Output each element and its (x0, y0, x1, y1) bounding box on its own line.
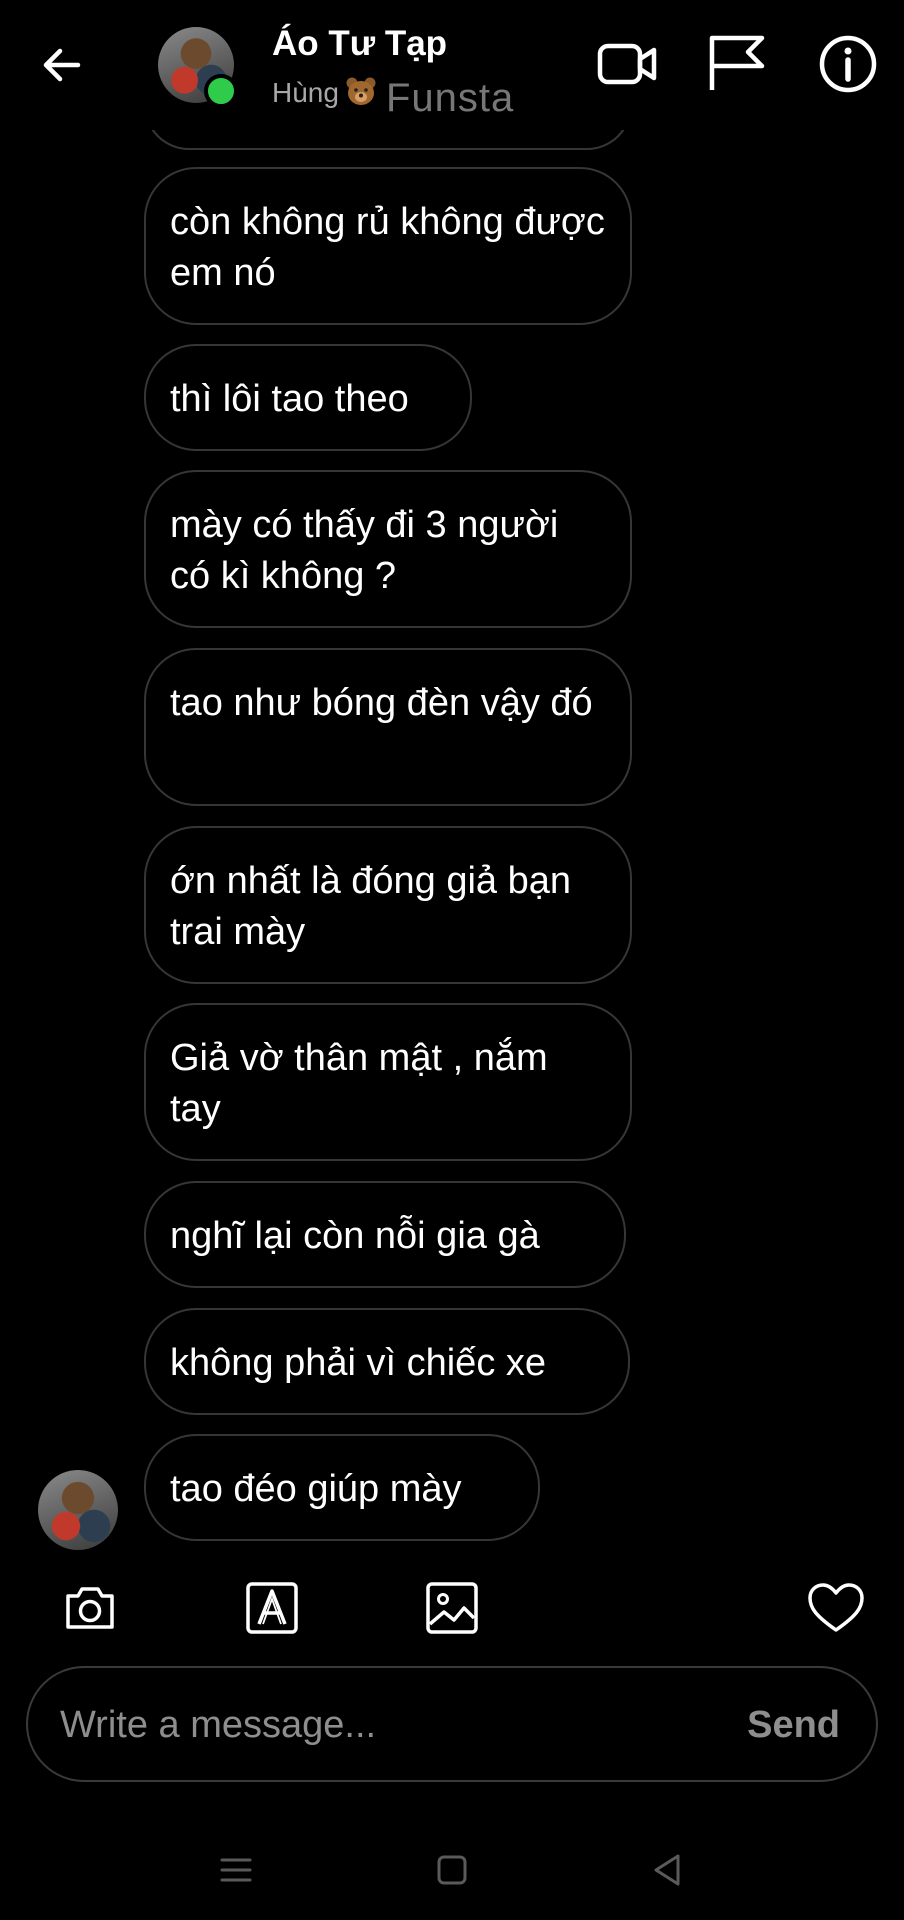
text-style-icon[interactable] (244, 1580, 300, 1636)
home-icon[interactable] (432, 1850, 472, 1890)
message-bubble[interactable]: ớn nhất là đóng giả bạn trai mày (144, 826, 632, 984)
message-bubble[interactable]: còn không rủ không được em nó (144, 167, 632, 325)
video-call-icon[interactable] (596, 32, 660, 96)
message-bubble[interactable]: mày có thấy đi 3 người có kì không ? (144, 470, 632, 628)
message-bubble[interactable]: thì lôi tao theo (144, 344, 472, 451)
message-input[interactable] (58, 1696, 702, 1754)
chat-subtitle: Hùng (272, 76, 377, 109)
message-bubble[interactable]: tao đéo giúp mày (144, 1434, 540, 1541)
bear-emoji-icon (346, 77, 376, 105)
chat-header: Áo Tư Tạp Hùng Funsta (0, 0, 904, 130)
message-text: không phải vì chiếc xe (170, 1342, 547, 1384)
send-button[interactable]: Send (747, 1704, 840, 1747)
gallery-icon[interactable] (424, 1580, 480, 1636)
menu-icon[interactable] (216, 1850, 256, 1890)
message-bubble[interactable]: nghĩ lại còn nỗi gia gà (144, 1181, 626, 1288)
report-flag-icon[interactable] (704, 32, 768, 96)
message-text: thì lôi tao theo (170, 378, 409, 420)
message-text: tao đéo giúp mày (170, 1468, 462, 1510)
message-text: ớn nhất là đóng giả bạn trai mày (170, 860, 572, 953)
subtitle-name: Hùng (272, 77, 339, 108)
message-composer: Send (26, 1666, 878, 1782)
heart-icon[interactable] (806, 1580, 866, 1636)
message-bubble[interactable]: Giả vờ thân mật , nắm tay (144, 1003, 632, 1161)
message-text: còn không rủ không được em nó (170, 201, 605, 294)
camera-icon[interactable] (62, 1580, 118, 1636)
system-nav-bar (0, 1830, 904, 1920)
message-text: mày có thấy đi 3 người có kì không ? (170, 504, 559, 597)
message-bubble[interactable]: tao như bóng đèn vậy đó (144, 648, 632, 806)
message-text: Giả vờ thân mật , nắm tay (170, 1037, 548, 1130)
message-bubble[interactable]: không phải vì chiếc xe (144, 1308, 630, 1415)
sender-avatar[interactable] (38, 1470, 118, 1550)
message-text: tao như bóng đèn vậy đó (170, 682, 593, 724)
watermark-text: Funsta (386, 76, 515, 120)
nav-back-icon[interactable] (648, 1850, 688, 1890)
info-icon[interactable] (816, 32, 880, 96)
chat-title[interactable]: Áo Tư Tạp (272, 24, 447, 64)
online-status-dot (204, 74, 238, 108)
message-text: nghĩ lại còn nỗi gia gà (170, 1215, 540, 1257)
back-arrow-icon[interactable] (38, 40, 88, 90)
